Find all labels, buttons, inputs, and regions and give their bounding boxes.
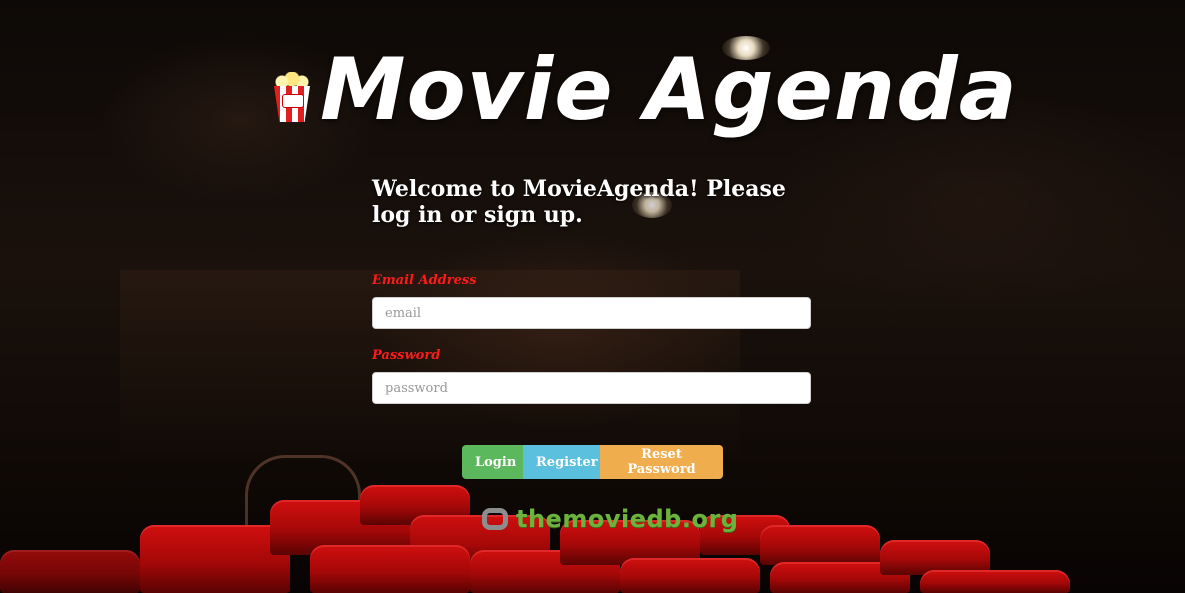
tmdb-attribution[interactable]: themoviedb.org [482,505,738,533]
theater-seat [310,545,470,593]
register-button[interactable]: Register [523,445,600,479]
reset-password-button[interactable]: Reset Password [600,445,723,479]
app-title-container: Movie Agenda [272,40,1018,140]
login-button[interactable]: Login [462,445,523,479]
theater-seat [920,570,1070,593]
theater-seat [140,525,290,593]
email-label: Email Address [372,273,477,288]
tmdb-attribution-text: themoviedb.org [516,505,739,533]
welcome-message: Welcome to MovieAgenda! Please log in or… [372,176,786,228]
popcorn-icon [272,72,312,122]
app-title: Movie Agenda [320,40,1018,140]
theater-seat [620,558,760,593]
email-field[interactable] [372,297,811,329]
theater-seat [0,550,140,593]
password-field[interactable] [372,372,811,404]
auth-button-group: Login Register Reset Password [462,445,723,479]
password-label: Password [372,348,441,363]
theater-seat [760,525,880,565]
tmdb-logo-icon [482,508,508,530]
